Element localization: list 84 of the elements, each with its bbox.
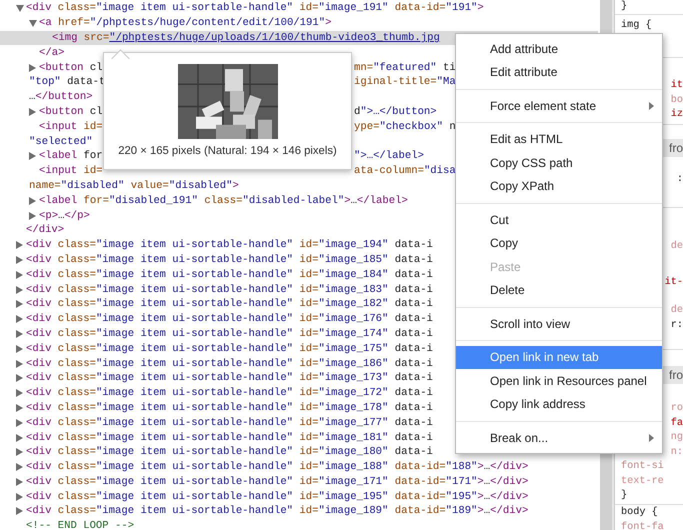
code-text: <div class="image item ui-sortable-handle" id="image_176" data-i — [26, 312, 433, 326]
menu-item[interactable]: Open link in new tab — [456, 346, 662, 369]
code-text: ">…</label> — [354, 149, 424, 164]
code-text: <label for="disabled_191" class="disabled-label">…</label> — [39, 194, 408, 208]
triangle-right-icon[interactable] — [16, 286, 23, 294]
code-text: <div class="image item ui-sortable-handle" id="image_182" data-i — [26, 297, 433, 312]
triangle-right-icon[interactable] — [16, 315, 23, 324]
image-size-caption: 220 × 165 pixels (Natural: 194 × 146 pixels) — [118, 145, 337, 157]
code-text: iginal-title="Ma — [354, 75, 456, 90]
code-text: <div class="image item ui-sortable-handle" id="image_185" data-i — [26, 252, 433, 267]
menu-item[interactable]: Force element state — [456, 94, 662, 118]
code-text: <div class="image item ui-sortable-handle" id="image_191" data-id="191"> — [26, 1, 484, 16]
triangle-right-icon[interactable] — [29, 212, 36, 220]
dom-node-row[interactable]: <div class="image item ui-sortable-handle" id="image_191" data-id="191"> — [0, 1, 598, 16]
code-text: <div class="image item ui-sortable-handle" id="image_175" data-i — [26, 342, 433, 356]
triangle-right-icon[interactable] — [16, 404, 23, 412]
dom-node-row[interactable]: <div class="image item ui-sortable-handle" id="image_189" data-id="189">…</div> — [0, 504, 598, 519]
dom-node-row[interactable]: <div class="image item ui-sortable-handle" id="image_195" data-id="195">…</div> — [0, 489, 598, 504]
code-text: <img src="/phptests/huge/uploads/1/100/thumb-video3_thumb.jpg — [52, 30, 440, 45]
triangle-right-icon[interactable] — [16, 360, 23, 368]
code-text: <button cl — [39, 60, 103, 75]
code-text: <button cl — [39, 104, 103, 119]
triangle-right-icon[interactable] — [16, 270, 23, 279]
code-text: <input id= — [39, 120, 103, 134]
code-text: <input id= — [39, 164, 103, 178]
triangle-down-icon[interactable] — [16, 4, 24, 12]
code-text: <div class="image item ui-sortable-handle" id="image_171" data-id="171">…</div> — [26, 474, 528, 489]
code-text: </a> — [39, 46, 64, 60]
code-text: <!-- END LOOP --> — [26, 519, 134, 530]
code-text: <div class="image item ui-sortable-handle" id="image_183" data-i — [26, 282, 433, 297]
menu-item[interactable]: Copy link address — [456, 392, 662, 416]
code-text: d">…</button> — [354, 104, 437, 119]
menu-item[interactable]: Edit attribute — [456, 60, 662, 84]
code-text: <div class="image item ui-sortable-handle" id="image_189" data-id="189">…</div> — [26, 504, 528, 518]
triangle-right-icon[interactable] — [16, 241, 23, 250]
code-text: ata-column="disa — [354, 164, 456, 178]
code-text: <div class="image item ui-sortable-handle" id="image_174" data-i — [26, 326, 433, 341]
menu-item[interactable]: Copy — [456, 232, 662, 255]
triangle-right-icon[interactable] — [16, 463, 23, 472]
triangle-right-icon[interactable] — [16, 256, 23, 264]
code-text: <div class="image item ui-sortable-handle" id="image_181" data-i — [26, 430, 433, 444]
code-text: "selected" — [29, 134, 93, 149]
dom-node-row[interactable]: <div class="image item ui-sortable-handle" id="image_171" data-id="171">…</div> — [0, 474, 598, 490]
code-text: <div class="image item ui-sortable-handle" id="image_178" data-i — [26, 400, 433, 415]
triangle-right-icon[interactable] — [16, 389, 23, 398]
triangle-right-icon[interactable] — [16, 374, 23, 382]
triangle-right-icon[interactable] — [29, 196, 36, 205]
code-text: <div class="image item ui-sortable-handle" id="image_172" data-i — [26, 386, 433, 400]
triangle-right-icon[interactable] — [16, 448, 23, 456]
dom-node-row[interactable]: <div class="image item ui-sortable-handle" id="image_188" data-id="188">…</div> — [0, 460, 598, 474]
code-text: <p>…</p> — [39, 208, 90, 223]
triangle-right-icon[interactable] — [16, 507, 23, 516]
submenu-arrow-icon — [649, 102, 654, 110]
code-text: <div class="image item ui-sortable-handle" id="image_184" data-i — [26, 268, 433, 282]
code-text: <a href="/phptests/huge/content/edit/100/191"> — [39, 16, 332, 30]
menu-item[interactable]: Cut — [456, 208, 662, 232]
code-text: <div class="image item ui-sortable-handle" id="image_194" data-i — [26, 238, 433, 252]
code-text: …</button> — [29, 90, 93, 104]
css-text: font-fa — [621, 520, 664, 530]
triangle-right-icon[interactable] — [16, 300, 23, 308]
menu-item[interactable]: Scroll into view — [456, 312, 662, 336]
triangle-right-icon[interactable] — [29, 64, 36, 72]
triangle-right-icon[interactable] — [16, 418, 23, 427]
code-text: <div class="image item ui-sortable-handle" id="image_180" data-i — [26, 445, 433, 460]
code-text: "top" data-t — [29, 75, 106, 90]
triangle-right-icon[interactable] — [16, 344, 23, 353]
code-text: name="disabled" value="disabled"> — [29, 178, 239, 193]
code-text: ype="checkbox" n — [354, 120, 456, 134]
triangle-right-icon[interactable] — [16, 434, 23, 442]
code-text: <div class="image item ui-sortable-handle" id="image_188" data-id="188">…</div> — [26, 460, 528, 474]
dom-node-row[interactable]: <!-- END LOOP --> — [0, 518, 598, 530]
code-text: <div class="image item ui-sortable-handle" id="image_195" data-id="195">…</div> — [26, 490, 528, 504]
code-text: <label for — [39, 149, 103, 164]
triangle-right-icon[interactable] — [29, 152, 36, 160]
code-text: <div class="image item ui-sortable-handle" id="image_173" data-i — [26, 371, 433, 386]
code-text: <div class="image item ui-sortable-handle" id="image_186" data-i — [26, 356, 433, 371]
code-text: mn="featured" ti — [354, 60, 456, 75]
triangle-right-icon[interactable] — [16, 492, 23, 501]
triangle-right-icon[interactable] — [16, 478, 23, 486]
triangle-right-icon[interactable] — [16, 330, 23, 338]
submenu-arrow-icon — [649, 434, 654, 442]
code-text: <div class="image item ui-sortable-handle" id="image_177" data-i — [26, 416, 433, 430]
triangle-right-icon[interactable] — [29, 108, 36, 116]
code-text: </div> — [26, 223, 64, 238]
